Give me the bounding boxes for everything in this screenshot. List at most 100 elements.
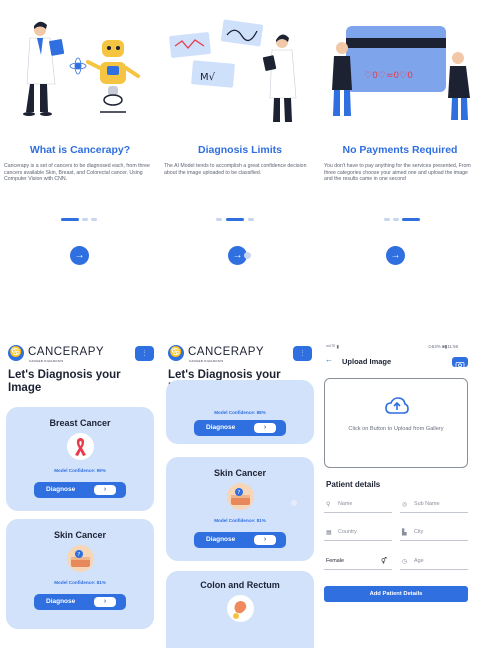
page-dot	[384, 218, 390, 221]
cancer-ribbon-logo-icon: ♋	[8, 345, 24, 361]
onboarding-page-1: What is Cancerapy? Cancerapy is a set of…	[0, 0, 160, 290]
onboarding-title: No Payments Required	[342, 144, 458, 156]
page-dot	[248, 218, 254, 221]
menu-button[interactable]: ⫶	[135, 346, 154, 361]
page-indicator	[384, 218, 424, 222]
page-indicator	[61, 218, 101, 222]
next-button[interactable]: →	[386, 246, 405, 265]
scroll-indicator	[291, 500, 297, 506]
model-confidence: Model Confidence: 88%	[214, 410, 266, 415]
gender-icon: ⚥	[381, 558, 387, 565]
onboarding-description: Cancerapy is a set of cancers to be diag…	[4, 163, 150, 183]
brand-name: CANCERAPY	[28, 346, 105, 358]
arrow-right-icon: →	[390, 250, 401, 261]
onboarding-title: Diagnosis Limits	[197, 144, 282, 156]
gender-value: Female	[326, 558, 344, 564]
country-placeholder: Country	[338, 529, 357, 535]
patient-details-title: Patient details	[326, 480, 381, 489]
gender-select[interactable]: Female ⚥	[324, 554, 392, 570]
page-dot	[91, 218, 97, 221]
card-title: Skin Cancer	[213, 468, 267, 478]
arrow-right-icon: →	[74, 250, 85, 261]
chevron-right-icon: ›	[254, 423, 276, 433]
heading-line: Image	[8, 382, 42, 394]
city-field[interactable]: ▙ City	[400, 525, 468, 541]
intestine-icon	[227, 595, 254, 622]
brand-tagline: CANCER DIAGNOSIS	[29, 359, 64, 363]
building-icon: ▦	[326, 530, 332, 536]
svg-text:M√: M√	[200, 72, 216, 83]
diagnose-label: Diagnose	[206, 536, 236, 543]
chevron-right-icon: ›	[94, 597, 116, 607]
brand-tagline: CANCER DIAGNOSIS	[189, 359, 224, 363]
onboarding-title: What is Cancerapy?	[29, 144, 131, 156]
page-dot-active	[226, 218, 244, 221]
upload-screen: ᵛᵒˡᴸᵀᴱ ▮ ⊙63% ■▮11:56 ← Upload Image Cli…	[320, 340, 480, 648]
model-confidence: Model Confidence: 81%	[54, 580, 106, 585]
add-patient-details-button[interactable]: Add Patient Details	[324, 586, 468, 602]
page-dot	[216, 218, 222, 221]
card-number-text: ♡0♡=0♡0	[364, 71, 413, 81]
brand-name: CANCERAPY	[188, 346, 265, 358]
onboarding-description: You don't have to pay anything for the s…	[324, 163, 471, 183]
doctor-charts-illustration: M√	[169, 19, 297, 122]
sort-icon: ⫶	[143, 349, 146, 358]
diagnose-button[interactable]: Diagnose ›	[194, 532, 286, 548]
home-screen: ♋ CANCERAPY CANCER DIAGNOSIS ⫶ Let's Dia…	[0, 340, 160, 648]
diagnose-button[interactable]: Diagnose ›	[194, 420, 286, 436]
heading-line: Let's Diagnosis your	[8, 369, 121, 381]
colon-cancer-card-top[interactable]: Model Confidence: 88% Diagnose ›	[166, 380, 314, 444]
chevron-right-icon: ›	[94, 485, 116, 495]
model-confidence: Model Confidence: 99%	[54, 468, 106, 473]
camera-icon	[455, 362, 465, 369]
onboarding-page-2: M√ Diagnosis Limits The AI Model tends t…	[160, 0, 320, 290]
colon-cancer-card[interactable]: Colon and Rectum	[166, 571, 314, 648]
status-bar-left: ᵛᵒˡᴸᵀᴱ ▮	[326, 344, 339, 349]
upload-drop-zone[interactable]: Click on Button to Upload from Gallery	[324, 378, 468, 468]
cloud-upload-icon	[385, 397, 409, 414]
page-dot	[82, 218, 88, 221]
sub-name-field[interactable]: ◎ Sub Name	[400, 497, 468, 513]
page-indicator	[216, 218, 261, 222]
back-arrow-icon[interactable]: ←	[325, 355, 333, 364]
svg-text:?: ?	[77, 552, 80, 558]
page-dot	[393, 218, 399, 221]
onboarding-page-3: ♡0♡=0♡0 No Payments Required You don't h…	[320, 0, 480, 290]
page-dot-active	[61, 218, 79, 221]
card-title: Breast Cancer	[49, 418, 111, 428]
page-heading: Let's Diagnosis your Image	[8, 369, 121, 395]
clock-icon: ◷	[402, 559, 408, 565]
menu-button[interactable]: ⫶	[293, 346, 312, 361]
diagnose-button[interactable]: Diagnose ›	[34, 482, 126, 498]
onboarding-description: The AI Model tends to accomplish a great…	[164, 163, 307, 176]
page-dot-active	[402, 218, 420, 221]
diagnose-label: Diagnose	[206, 424, 236, 431]
payment-card-illustration: ♡0♡=0♡0	[332, 26, 470, 120]
name-field[interactable]: ⚲ Name	[324, 497, 392, 513]
skin-layers-icon: ?	[227, 483, 254, 510]
city-placeholder: City	[414, 529, 424, 535]
camera-button[interactable]	[452, 357, 468, 369]
arrow-right-icon: →	[232, 250, 243, 261]
awareness-ribbon-icon	[67, 433, 94, 460]
sort-icon: ⫶	[301, 349, 304, 358]
country-field[interactable]: ▦ Country	[324, 525, 392, 541]
account-icon: ◎	[402, 502, 408, 508]
skin-cancer-card[interactable]: Skin Cancer ? Model Confidence: 81% Diag…	[6, 519, 154, 629]
home-screen-scrolled: ♋ CANCERAPY CANCER DIAGNOSIS ⫶ Let's Dia…	[160, 340, 320, 648]
touch-indicator	[244, 252, 251, 259]
diagnose-button[interactable]: Diagnose ›	[34, 594, 126, 610]
diagnose-label: Diagnose	[46, 598, 76, 605]
breast-cancer-card[interactable]: Breast Cancer Model Confidence: 99% Diag…	[6, 407, 154, 511]
name-placeholder: Name	[338, 501, 353, 507]
doctor-robot-illustration	[23, 21, 140, 116]
skin-layers-icon: ?	[67, 545, 94, 572]
upload-hint: Click on Button to Upload from Gallery	[348, 426, 444, 432]
skin-cancer-card[interactable]: Skin Cancer ? Model Confidence: 81% Diag…	[166, 457, 314, 561]
age-field[interactable]: ◷ Age	[400, 554, 468, 570]
city-icon: ▙	[402, 530, 407, 536]
upload-title: Upload Image	[342, 357, 392, 366]
age-placeholder: Age	[414, 558, 424, 564]
cancer-ribbon-logo-icon: ♋	[168, 345, 184, 361]
next-button[interactable]: →	[70, 246, 89, 265]
